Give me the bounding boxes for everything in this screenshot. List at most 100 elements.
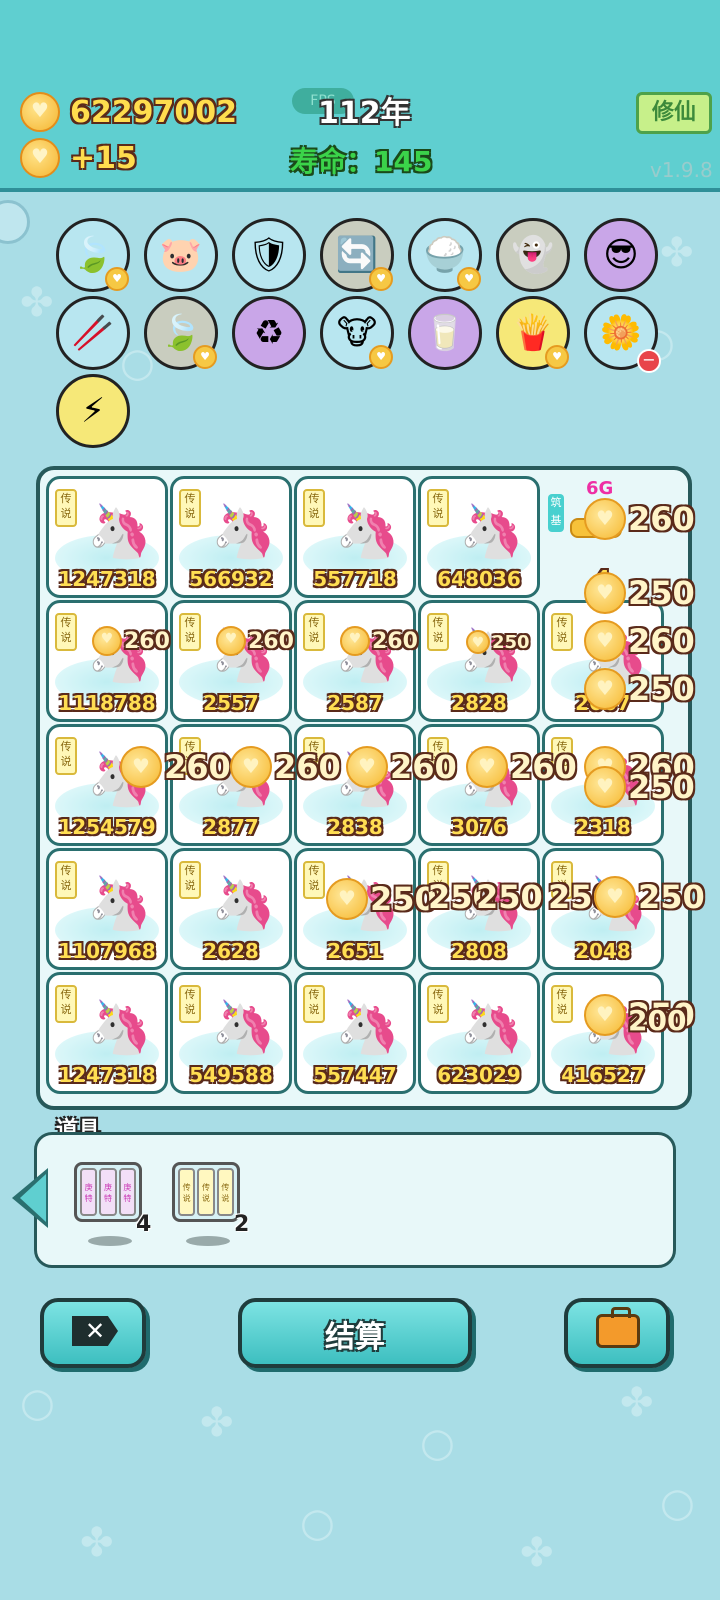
rice-bowl-icon[interactable]: 🍚 ♥: [408, 218, 482, 292]
legend-tag: 传说: [55, 613, 77, 651]
coin-badge-icon: ♥: [457, 267, 481, 291]
unicorn-icon: 🦄: [87, 874, 152, 934]
sticks-icon[interactable]: 🥢: [56, 296, 130, 370]
unicorn-cell[interactable]: 传说 🦄 2587: [294, 600, 416, 722]
ghost-icon[interactable]: 👻: [496, 218, 570, 292]
unicorn-cell[interactable]: 传说 🦄 2557: [170, 600, 292, 722]
legend-tag: 传说: [55, 737, 77, 775]
legend-tag: 传说: [179, 489, 201, 527]
unicorn-cell[interactable]: 传说 🦄 1247318: [46, 972, 168, 1094]
item-glyph: 庚特: [99, 1168, 117, 1216]
discard-button[interactable]: ✕: [40, 1298, 146, 1368]
6g-label: 6G: [586, 478, 614, 499]
cell-value: 623029: [437, 1063, 521, 1087]
unicorn-icon: 🦄: [335, 998, 400, 1058]
unicorn-icon: 🦄: [87, 998, 152, 1058]
leaf-icon[interactable]: 🍃 ♥: [56, 218, 130, 292]
unicorn-cell[interactable]: 传说 🦄 566932: [170, 476, 292, 598]
legend-tag: 传说: [179, 613, 201, 651]
item-slot-1[interactable]: 庚特 庚特 庚特: [74, 1162, 142, 1222]
math-face-icon[interactable]: 😎: [584, 218, 658, 292]
cell-value: 648036: [437, 567, 521, 591]
cell-value: 2877: [203, 815, 259, 839]
coin-income: +15: [70, 140, 137, 176]
item-slot-2[interactable]: 传说 传说 传说: [172, 1162, 240, 1222]
legend-tag: 传说: [551, 985, 573, 1023]
unicorn-cell[interactable]: 传说 🦄 2828: [418, 600, 540, 722]
unicorn-cell[interactable]: 传说 🦄 2628: [170, 848, 292, 970]
float-coin: 250: [466, 630, 530, 654]
year-label: 112年: [318, 96, 411, 131]
version-label: v1.9.8: [650, 158, 713, 182]
recycle-icon[interactable]: ♻: [232, 296, 306, 370]
legend-tag: 传说: [303, 861, 325, 899]
cell-value: 3076: [451, 815, 507, 839]
unicorn-cell[interactable]: 传说 🦄 623029: [418, 972, 540, 1094]
coin-icon: [584, 620, 626, 662]
float-coin: 250: [326, 878, 437, 920]
coin-icon: [466, 630, 490, 654]
milk-jar-icon[interactable]: 🥛: [408, 296, 482, 370]
legend-tag: 传说: [551, 613, 573, 651]
coin-icon: [584, 498, 626, 540]
unicorn-cell[interactable]: 传说 🦄 557447: [294, 972, 416, 1094]
unicorn-icon: 🦄: [335, 502, 400, 562]
cell-value: 557718: [313, 567, 397, 591]
float-coin: 200: [628, 1004, 687, 1037]
recycle-arrows-icon[interactable]: 🔄 ♥: [320, 218, 394, 292]
coin-total: 62297002: [70, 94, 237, 130]
cell-value: 2808: [451, 939, 507, 963]
coin-badge-icon: ♥: [193, 345, 217, 369]
lightning-icon[interactable]: ⚡: [56, 374, 130, 448]
legend-tag: 传说: [179, 861, 201, 899]
cell-value: 2828: [451, 691, 507, 715]
legend-tag: 传说: [427, 489, 449, 527]
float-coin: 250: [584, 766, 695, 808]
unicorn-cell[interactable]: 传说 🦄 648036: [418, 476, 540, 598]
settle-label: 结算: [325, 1320, 385, 1355]
settle-button[interactable]: 结算: [238, 1298, 472, 1368]
float-coin: 260: [216, 626, 294, 656]
legend-tag: 传说: [179, 985, 201, 1023]
coin-icon: [230, 746, 272, 788]
float-coin: 260: [230, 746, 341, 788]
bag-button[interactable]: [564, 1298, 670, 1368]
unicorn-cell[interactable]: 传说 🦄 1118788: [46, 600, 168, 722]
close-icon: ✕: [72, 1316, 118, 1346]
cell-value: 2628: [203, 939, 259, 963]
briefcase-icon: [596, 1307, 640, 1348]
coin-icon: [584, 668, 626, 710]
fries-icon[interactable]: 🍟 ♥: [496, 296, 570, 370]
coin-icon: [466, 746, 508, 788]
float-coin: 260: [346, 746, 457, 788]
flower-pot-icon[interactable]: 🌼 −: [584, 296, 661, 373]
item-glyph: 庚特: [118, 1168, 136, 1216]
cell-value: 2838: [327, 815, 383, 839]
legend-tag: 传说: [427, 613, 449, 651]
wrench-shield-icon[interactable]: 🛡: [232, 218, 306, 292]
unicorn-cell[interactable]: 传说 🦄 1107968: [46, 848, 168, 970]
float-coin: 260: [584, 620, 695, 662]
cell-value: 1254579: [58, 815, 156, 839]
legend-tag: 传说: [303, 489, 325, 527]
cows-icon[interactable]: 🐮 ♥: [320, 296, 394, 370]
legend-tag: 传说: [55, 489, 77, 527]
legend-tag: 传说: [55, 861, 77, 899]
float-coin: 250: [476, 878, 543, 916]
cell-value: 2557: [203, 691, 259, 715]
leaf-2-icon[interactable]: 🍃 ♥: [144, 296, 218, 370]
coin-icon: [20, 138, 60, 178]
float-coin: 260: [340, 626, 418, 656]
piggy-bank-icon[interactable]: 🐷: [144, 218, 218, 292]
unicorn-cell[interactable]: 传说 🦄 1247318: [46, 476, 168, 598]
zhuji-tag: 筑基: [548, 494, 564, 532]
unicorn-cell[interactable]: 传说 🦄 557718: [294, 476, 416, 598]
coin-counter: 62297002: [20, 92, 237, 132]
float-coin: 260: [92, 626, 170, 656]
coin-badge-icon: ♥: [369, 345, 393, 369]
item-glyph: 传说: [216, 1168, 234, 1216]
item-count-1: 4: [136, 1212, 152, 1237]
unicorn-cell[interactable]: 传说 🦄 549588: [170, 972, 292, 1094]
arrow-left-icon[interactable]: [12, 1168, 48, 1228]
xiuxian-button[interactable]: 修仙: [636, 92, 712, 134]
